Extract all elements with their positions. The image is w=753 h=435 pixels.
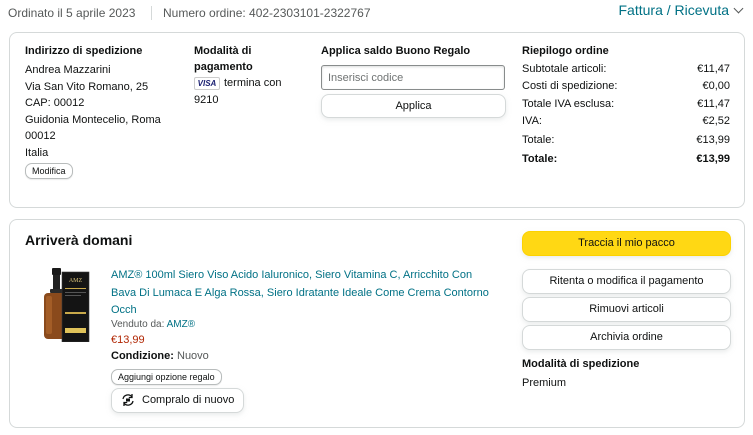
payment-title-line1: Modalità di [194,45,252,57]
city-line: Guidonia Montecelio, Roma [25,113,161,126]
order-number: Numero ordine: 402-2303101-2322767 [163,6,371,20]
product-title-line2[interactable]: Bava Di Lumaca E Alga Rossa, Siero Idrat… [111,285,506,303]
remove-items-button[interactable]: Rimuovi articoli [522,297,731,322]
card-ends-with-label: termina con [224,77,282,89]
visa-card-icon: VISA [194,76,220,90]
archive-order-button[interactable]: Archivia ordine [522,325,731,350]
shipping-mode-value: Premium [522,377,567,389]
chevron-down-icon [733,3,744,14]
order-header: Ordinato il 5 aprile 2023 Numero ordine:… [8,0,748,26]
gift-code-input[interactable] [321,65,505,90]
product-title-link[interactable]: AMZ® 100ml Siero Viso Acido Ialuronico, … [111,267,506,320]
postal-code: CAP: 00012 [25,97,85,109]
product-title-line3[interactable]: Occh [111,302,506,320]
city-postal-line: 00012 [25,130,56,142]
card-last-digits: 9210 [194,94,219,106]
shipping-address-title: Indirizzo di spedizione [25,45,143,57]
street-address: Via San Vito Romano, 25 [25,80,149,93]
gift-card-title: Applica saldo Buono Regalo [321,45,471,57]
order-details-card: Indirizzo di spedizione Andrea Mazzarini… [9,32,745,208]
recipient-name: Andrea Mazzarini [25,64,111,76]
invoice-label: Fattura / Ricevuta [618,2,730,18]
buy-again-icon [122,394,134,407]
order-date: Ordinato il 5 aprile 2023 [8,6,136,20]
shipping-mode-title: Modalità di spedizione [522,358,640,370]
product-title-line1[interactable]: AMZ® 100ml Siero Viso Acido Ialuronico, … [111,267,506,285]
product-price: €13,99 [111,334,145,346]
delivery-status: Arriverà domani [25,232,133,248]
payment-title-line2: pagamento [194,61,253,73]
country: Italia [25,146,49,159]
order-summary-title: Riepilogo ordine [522,45,609,57]
apply-gift-card-button[interactable]: Applica [321,94,506,118]
buy-again-button[interactable]: Compralo di nuovo [111,388,244,413]
buy-again-label: Compralo di nuovo [142,394,235,406]
seller-link[interactable]: AMZ® [167,319,195,330]
sold-by: Venduto da: AMZ® [111,319,196,330]
edit-address-button[interactable]: Modifica [25,163,73,179]
payment-card-info: VISA termina con 9210 [194,75,281,109]
add-gift-option-button[interactable]: Aggiungi opzione regalo [111,369,222,385]
shipping-address: Andrea Mazzarini Via San Vito Romano, 25… [25,62,161,161]
product-image[interactable]: AMZ [38,268,90,342]
track-package-button[interactable]: Traccia il mio pacco [522,231,731,256]
shipment-card: Arriverà domani AMZ AMZ® 100ml Siero Vis… [9,219,745,428]
header-divider [151,6,152,20]
retry-payment-button[interactable]: Ritenta o modifica il pagamento [522,269,731,294]
product-image-logo: AMZ [69,278,83,284]
product-condition: Condizione: Nuovo [111,350,209,362]
payment-method-title: Modalità di pagamento [194,43,253,75]
invoice-link[interactable]: Fattura / Ricevuta [618,2,744,18]
